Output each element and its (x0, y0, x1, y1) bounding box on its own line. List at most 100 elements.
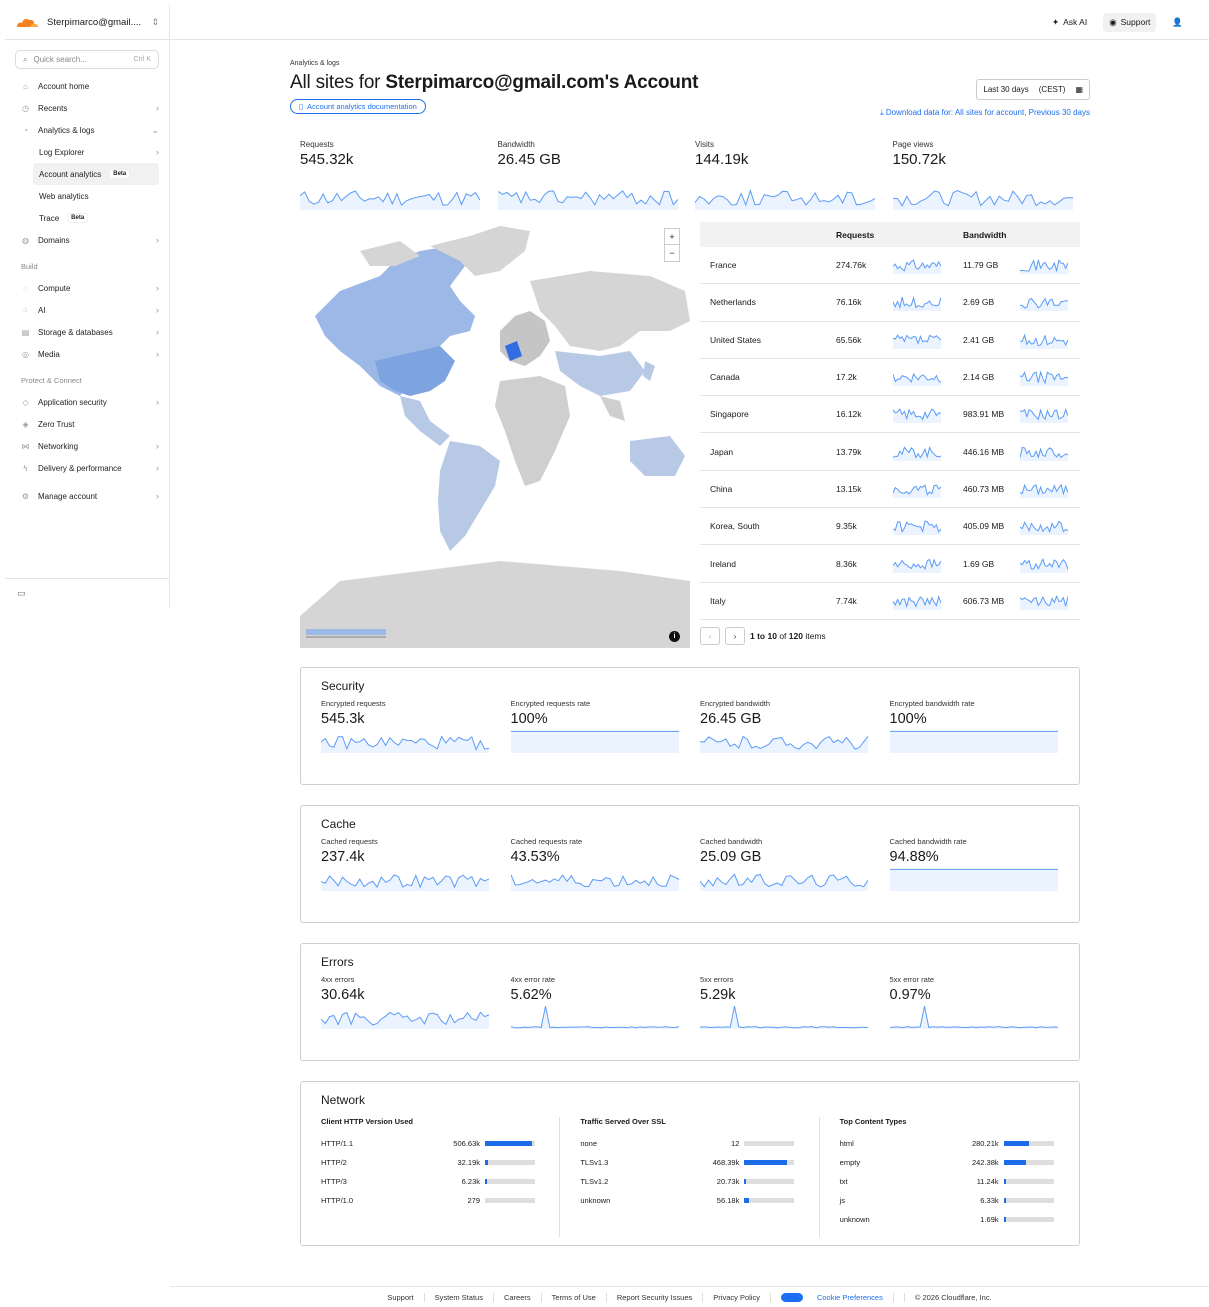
list-item: txt 11.24k (840, 1172, 1059, 1191)
sidebar-item-delivery[interactable]: ϟ Delivery & performance › (5, 457, 169, 479)
list-item: js 6.33k (840, 1191, 1059, 1210)
list-item: unknown 1.69k (840, 1210, 1059, 1229)
progress-bar-fill (744, 1160, 788, 1165)
progress-bar (1003, 1198, 1054, 1203)
metric-value: 25.09 GB (700, 849, 762, 865)
cloudflare-logo-icon (15, 16, 39, 28)
sidebar-item-account-analytics[interactable]: Account analytics Beta (33, 163, 159, 185)
sidebar-item-trace[interactable]: Trace Beta (5, 207, 169, 229)
footer-link-support[interactable]: Support (377, 1292, 425, 1302)
sidebar-collapse-button[interactable]: ▭ (5, 578, 169, 608)
metric-card: Cached bandwidth rate 94.88% (889, 837, 1080, 901)
security-card: Security Encrypted requests 545.3k Encrypt… (300, 667, 1080, 785)
list-item: HTTP/1.0 279 (321, 1191, 539, 1210)
network-row-label: HTTP/1.1 (321, 1139, 354, 1148)
database-icon: ▤ (21, 327, 30, 337)
metric-card: Cached requests 237.4k (321, 837, 511, 901)
sparkline-chart (321, 735, 489, 753)
network-row-label: empty (839, 1158, 861, 1167)
progress-bar-fill (1003, 1160, 1026, 1165)
sparkline-chart (700, 873, 868, 891)
progress-bar-fill (485, 1179, 487, 1184)
sidebar-item-compute[interactable]: ◌ Compute › (5, 277, 169, 299)
sidebar-item-zero-trust[interactable]: ◈ Zero Trust (5, 413, 169, 435)
progress-bar-fill (1003, 1198, 1006, 1203)
chart-icon: ◔ (23, 125, 28, 135)
network-card: Network Client HTTP Version Used HTTP/1.… (300, 1081, 1080, 1246)
metric-card: 5xx errors 5.29k (700, 975, 890, 1039)
progress-bar-fill (1003, 1217, 1006, 1222)
metric-label: Encrypted bandwidth rate (889, 699, 975, 708)
list-item: none 12 (580, 1134, 798, 1153)
sidebar-item-account-home[interactable]: ⌂ Account home (5, 75, 169, 97)
sidebar-item-log-explorer[interactable]: Log Explorer › (5, 141, 169, 163)
footer-link-security[interactable]: Report Security Issues (607, 1292, 704, 1302)
metric-card: 4xx error rate 5.62% (510, 975, 701, 1039)
metric-label: Encrypted bandwidth (700, 699, 771, 708)
metric-value: 5.29k (700, 987, 736, 1003)
support-button[interactable]: ◉ Support (1103, 12, 1157, 32)
list-item: TLSv1.3 468.39k (580, 1153, 798, 1172)
list-item: unknown 56.18k (580, 1191, 798, 1210)
footer-link-careers[interactable]: Careers (494, 1292, 542, 1302)
quick-search-input[interactable]: ⌕ Quick search... Ctrl K (15, 50, 159, 69)
sidebar-item-ai[interactable]: ⁘ AI › (5, 299, 169, 321)
account-switcher[interactable]: Sterpimarco@gmail.... ⇕ (5, 5, 169, 40)
network-column: Client HTTP Version Used HTTP/1.1 506.63… (301, 1117, 561, 1237)
footer-link-terms[interactable]: Terms of Use (542, 1292, 607, 1302)
footer-link-privacy[interactable]: Privacy Policy (703, 1292, 771, 1302)
zero-trust-icon: ◈ (22, 419, 29, 429)
sidebar-item-recents[interactable]: ◷ Recents › (5, 97, 169, 119)
chevron-right-icon: › (156, 463, 159, 473)
progress-bar (1003, 1217, 1054, 1222)
network-row-label: unknown (839, 1215, 870, 1224)
metric-value: 94.88% (889, 849, 939, 865)
list-item: empty 242.38k (840, 1153, 1059, 1172)
sidebar-item-app-security[interactable]: ◇ Application security › (5, 391, 169, 413)
chevron-right-icon: › (156, 327, 159, 337)
globe-icon: ◍ (22, 235, 29, 245)
sidebar-item-storage[interactable]: ▤ Storage & databases › (5, 321, 169, 343)
metric-card: Encrypted requests 545.3k (321, 699, 511, 763)
network-row-label: none (580, 1139, 598, 1148)
sidebar-item-domains[interactable]: ◍ Domains › (5, 229, 169, 251)
progress-bar-fill (485, 1141, 532, 1146)
chevron-right-icon: › (156, 441, 159, 451)
sidebar-item-manage-account[interactable]: ⚙ Manage account › (5, 485, 169, 507)
sidebar-item-networking[interactable]: ⋈ Networking › (5, 435, 169, 457)
sidebar-item-web-analytics[interactable]: Web analytics (5, 185, 169, 207)
list-item: html 280.21k (840, 1134, 1059, 1153)
network-column-title: Top Content Types (839, 1117, 907, 1126)
progress-bar-fill (744, 1198, 750, 1203)
sidebar: Sterpimarco@gmail.... ⇕ ⌕ Quick search..… (5, 5, 170, 608)
progress-bar (744, 1141, 795, 1146)
sidebar-section-protect: Protect & Connect (21, 375, 82, 385)
gear-icon: ⚙ (21, 491, 30, 501)
network-row-label: TLSv1.3 (580, 1158, 609, 1167)
sidebar-item-media[interactable]: ◎ Media › (5, 343, 169, 365)
progress-bar-fill (485, 1160, 488, 1165)
cookie-preferences-link[interactable]: Cookie Preferences (771, 1292, 905, 1302)
help-icon: ◉ (1109, 16, 1117, 27)
network-row-value: 506.63k (453, 1139, 480, 1148)
chevron-right-icon: › (156, 103, 159, 113)
network-column-title: Client HTTP Version Used (321, 1117, 413, 1126)
progress-bar (485, 1179, 535, 1184)
network-row-value: 56.18k (716, 1196, 740, 1205)
metric-label: Encrypted requests rate (510, 699, 591, 708)
network-row-value: 12 (730, 1139, 740, 1148)
footer-link-status[interactable]: System Status (425, 1292, 494, 1302)
list-item: TLSv1.2 20.73k (580, 1172, 798, 1191)
beta-badge: Beta (109, 169, 131, 179)
metric-label: Cached bandwidth rate (889, 837, 967, 846)
metric-value: 43.53% (510, 849, 560, 865)
progress-bar-fill (1003, 1141, 1030, 1146)
network-row-label: HTTP/1.0 (321, 1196, 354, 1205)
sidebar-item-analytics-logs[interactable]: ◔ Analytics & logs ⌄ (5, 119, 169, 141)
metric-label: 5xx error rate (889, 975, 935, 984)
user-menu-button[interactable]: 👤 (1166, 13, 1189, 32)
network-row-value: 32.19k (457, 1158, 480, 1167)
metric-card: Encrypted requests rate 100% (510, 699, 701, 763)
network-row-label: txt (839, 1177, 848, 1186)
sparkline-chart (510, 1006, 679, 1029)
